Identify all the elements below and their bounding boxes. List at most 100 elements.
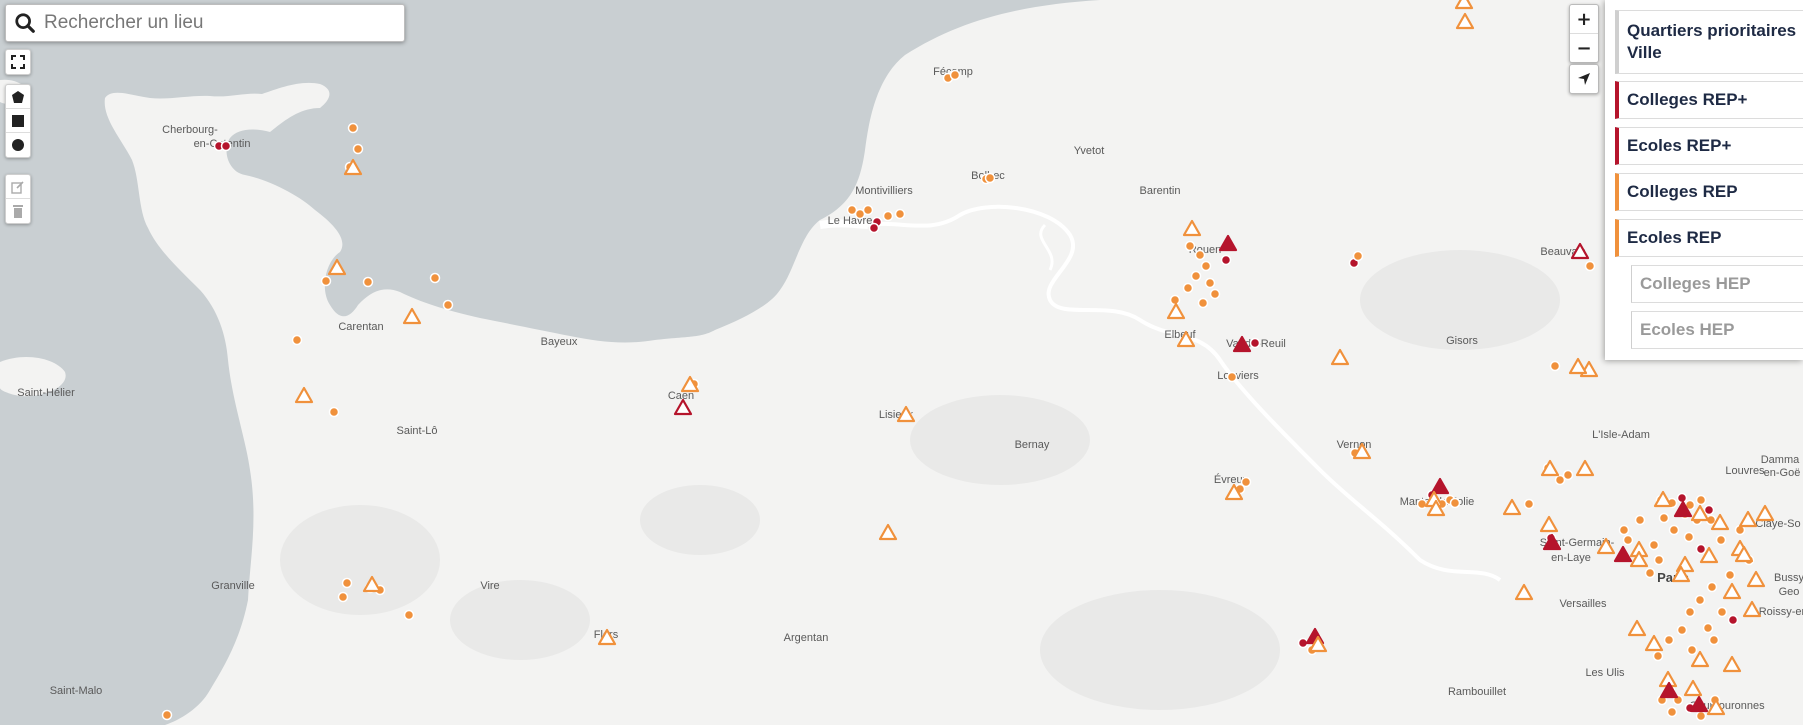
- legend-label-ecoles-rep: Ecoles REP: [1627, 228, 1722, 247]
- ecole-marker[interactable]: [1200, 260, 1212, 272]
- ecole-marker[interactable]: [1676, 624, 1688, 636]
- ecole-marker[interactable]: [1666, 706, 1678, 718]
- ecole-marker[interactable]: [328, 406, 340, 418]
- edit-toolbar: [5, 174, 31, 224]
- ecole-marker[interactable]: [1706, 581, 1718, 593]
- ecole-marker[interactable]: [1220, 254, 1232, 266]
- edit-layers-button[interactable]: [6, 175, 30, 199]
- ecole-marker[interactable]: [347, 122, 359, 134]
- ecole-marker[interactable]: [1684, 606, 1696, 618]
- draw-polygon-button[interactable]: [6, 85, 30, 109]
- zoom-in-button[interactable]: +: [1570, 5, 1598, 34]
- ecole-marker[interactable]: [1652, 650, 1664, 662]
- ecole-marker[interactable]: [1658, 512, 1670, 524]
- map-canvas[interactable]: Cherbourg- en-Cotentin Fécamp Yvetot Bar…: [0, 0, 1803, 725]
- draw-circle-button[interactable]: [6, 133, 30, 157]
- legend-item-quartiers[interactable]: Quartiers prioritaires Ville: [1615, 10, 1803, 74]
- ecole-marker[interactable]: [1549, 360, 1561, 372]
- ecole-marker[interactable]: [1449, 497, 1461, 509]
- delete-layers-button[interactable]: [6, 199, 30, 223]
- ecole-marker[interactable]: [1703, 504, 1715, 516]
- ecole-marker[interactable]: [1676, 492, 1688, 504]
- ecole-marker[interactable]: [352, 143, 364, 155]
- ecole-marker[interactable]: [1648, 539, 1660, 551]
- ecole-marker[interactable]: [949, 69, 961, 81]
- fullscreen-control[interactable]: [5, 49, 31, 75]
- locate-arrow-icon: [1578, 73, 1590, 85]
- ecole-marker[interactable]: [882, 210, 894, 222]
- ecole-marker[interactable]: [1727, 614, 1739, 626]
- zoom-out-button[interactable]: −: [1570, 34, 1598, 62]
- ecole-marker[interactable]: [1702, 622, 1714, 634]
- ecole-marker[interactable]: [1644, 567, 1656, 579]
- ecole-marker[interactable]: [1695, 494, 1707, 506]
- ecole-marker[interactable]: [1634, 514, 1646, 526]
- ecole-marker[interactable]: [1416, 498, 1428, 510]
- ecole-marker[interactable]: [403, 609, 415, 621]
- ecole-marker[interactable]: [341, 577, 353, 589]
- land-area: [0, 0, 1803, 725]
- legend-item-ecoles-hep[interactable]: Ecoles HEP: [1631, 311, 1803, 349]
- ecole-marker[interactable]: [1686, 644, 1698, 656]
- circle-icon: [12, 139, 24, 151]
- ecole-marker[interactable]: [429, 272, 441, 284]
- ecole-marker[interactable]: [1169, 294, 1181, 306]
- label-barentin: Barentin: [1140, 185, 1181, 197]
- ecole-marker[interactable]: [1249, 337, 1261, 349]
- locate-button[interactable]: [1569, 64, 1599, 94]
- ecole-marker[interactable]: [1663, 634, 1675, 646]
- label-granville: Granville: [211, 580, 254, 592]
- ecole-marker[interactable]: [1694, 594, 1706, 606]
- ecole-marker[interactable]: [1716, 606, 1728, 618]
- ecole-marker[interactable]: [1668, 524, 1680, 536]
- search-icon: [15, 13, 35, 33]
- ecole-marker[interactable]: [1190, 270, 1202, 282]
- ecole-marker[interactable]: [984, 172, 996, 184]
- label-bernay: Bernay: [1015, 439, 1050, 451]
- ecole-marker[interactable]: [1622, 534, 1634, 546]
- ecole-marker[interactable]: [1584, 260, 1596, 272]
- fullscreen-button[interactable]: [6, 50, 30, 74]
- ecole-marker[interactable]: [1197, 297, 1209, 309]
- ecole-marker[interactable]: [1715, 534, 1727, 546]
- ecole-marker[interactable]: [1554, 474, 1566, 486]
- search-input[interactable]: [42, 11, 386, 35]
- ecole-marker[interactable]: [894, 208, 906, 220]
- ecole-marker[interactable]: [1226, 371, 1238, 383]
- legend-item-colleges-rep[interactable]: Colleges REP: [1615, 173, 1803, 211]
- ecole-marker[interactable]: [1523, 498, 1535, 510]
- ecole-marker[interactable]: [291, 334, 303, 346]
- ecole-marker[interactable]: [362, 276, 374, 288]
- ecole-marker[interactable]: [868, 222, 880, 234]
- label-dammartin-2: en-Goë: [1764, 467, 1801, 479]
- ecole-marker[interactable]: [1683, 531, 1695, 543]
- ecole-marker[interactable]: [1352, 250, 1364, 262]
- ecole-marker[interactable]: [1708, 634, 1720, 646]
- ecole-marker[interactable]: [1204, 277, 1216, 289]
- ecole-marker[interactable]: [1194, 249, 1206, 261]
- ecole-marker[interactable]: [1182, 282, 1194, 294]
- label-bussy: Bussy: [1774, 572, 1803, 584]
- ecole-marker[interactable]: [1695, 710, 1707, 722]
- legend-item-colleges-rep-plus[interactable]: Colleges REP+: [1615, 81, 1803, 119]
- legend-item-ecoles-rep[interactable]: Ecoles REP: [1615, 219, 1803, 257]
- label-saint-helier: Saint-Hélier: [17, 387, 75, 399]
- ecole-marker[interactable]: [1653, 554, 1665, 566]
- ecole-marker[interactable]: [1618, 524, 1630, 536]
- ecole-marker[interactable]: [442, 299, 454, 311]
- search-box[interactable]: [5, 4, 405, 42]
- ecole-marker[interactable]: [161, 709, 173, 721]
- label-rambouillet: Rambouillet: [1448, 686, 1506, 698]
- legend-item-ecoles-rep-plus[interactable]: Ecoles REP+: [1615, 127, 1803, 165]
- trash-icon: [13, 205, 23, 218]
- ecole-marker[interactable]: [1724, 569, 1736, 581]
- legend-item-colleges-hep[interactable]: Colleges HEP: [1631, 265, 1803, 303]
- ecole-marker[interactable]: [1184, 240, 1196, 252]
- ecole-marker[interactable]: [320, 275, 332, 287]
- draw-rectangle-button[interactable]: [6, 109, 30, 133]
- ecole-marker[interactable]: [337, 591, 349, 603]
- ecole-marker[interactable]: [862, 204, 874, 216]
- ecole-marker[interactable]: [1209, 288, 1221, 300]
- ecole-marker[interactable]: [1695, 543, 1707, 555]
- ecole-marker[interactable]: [220, 140, 232, 152]
